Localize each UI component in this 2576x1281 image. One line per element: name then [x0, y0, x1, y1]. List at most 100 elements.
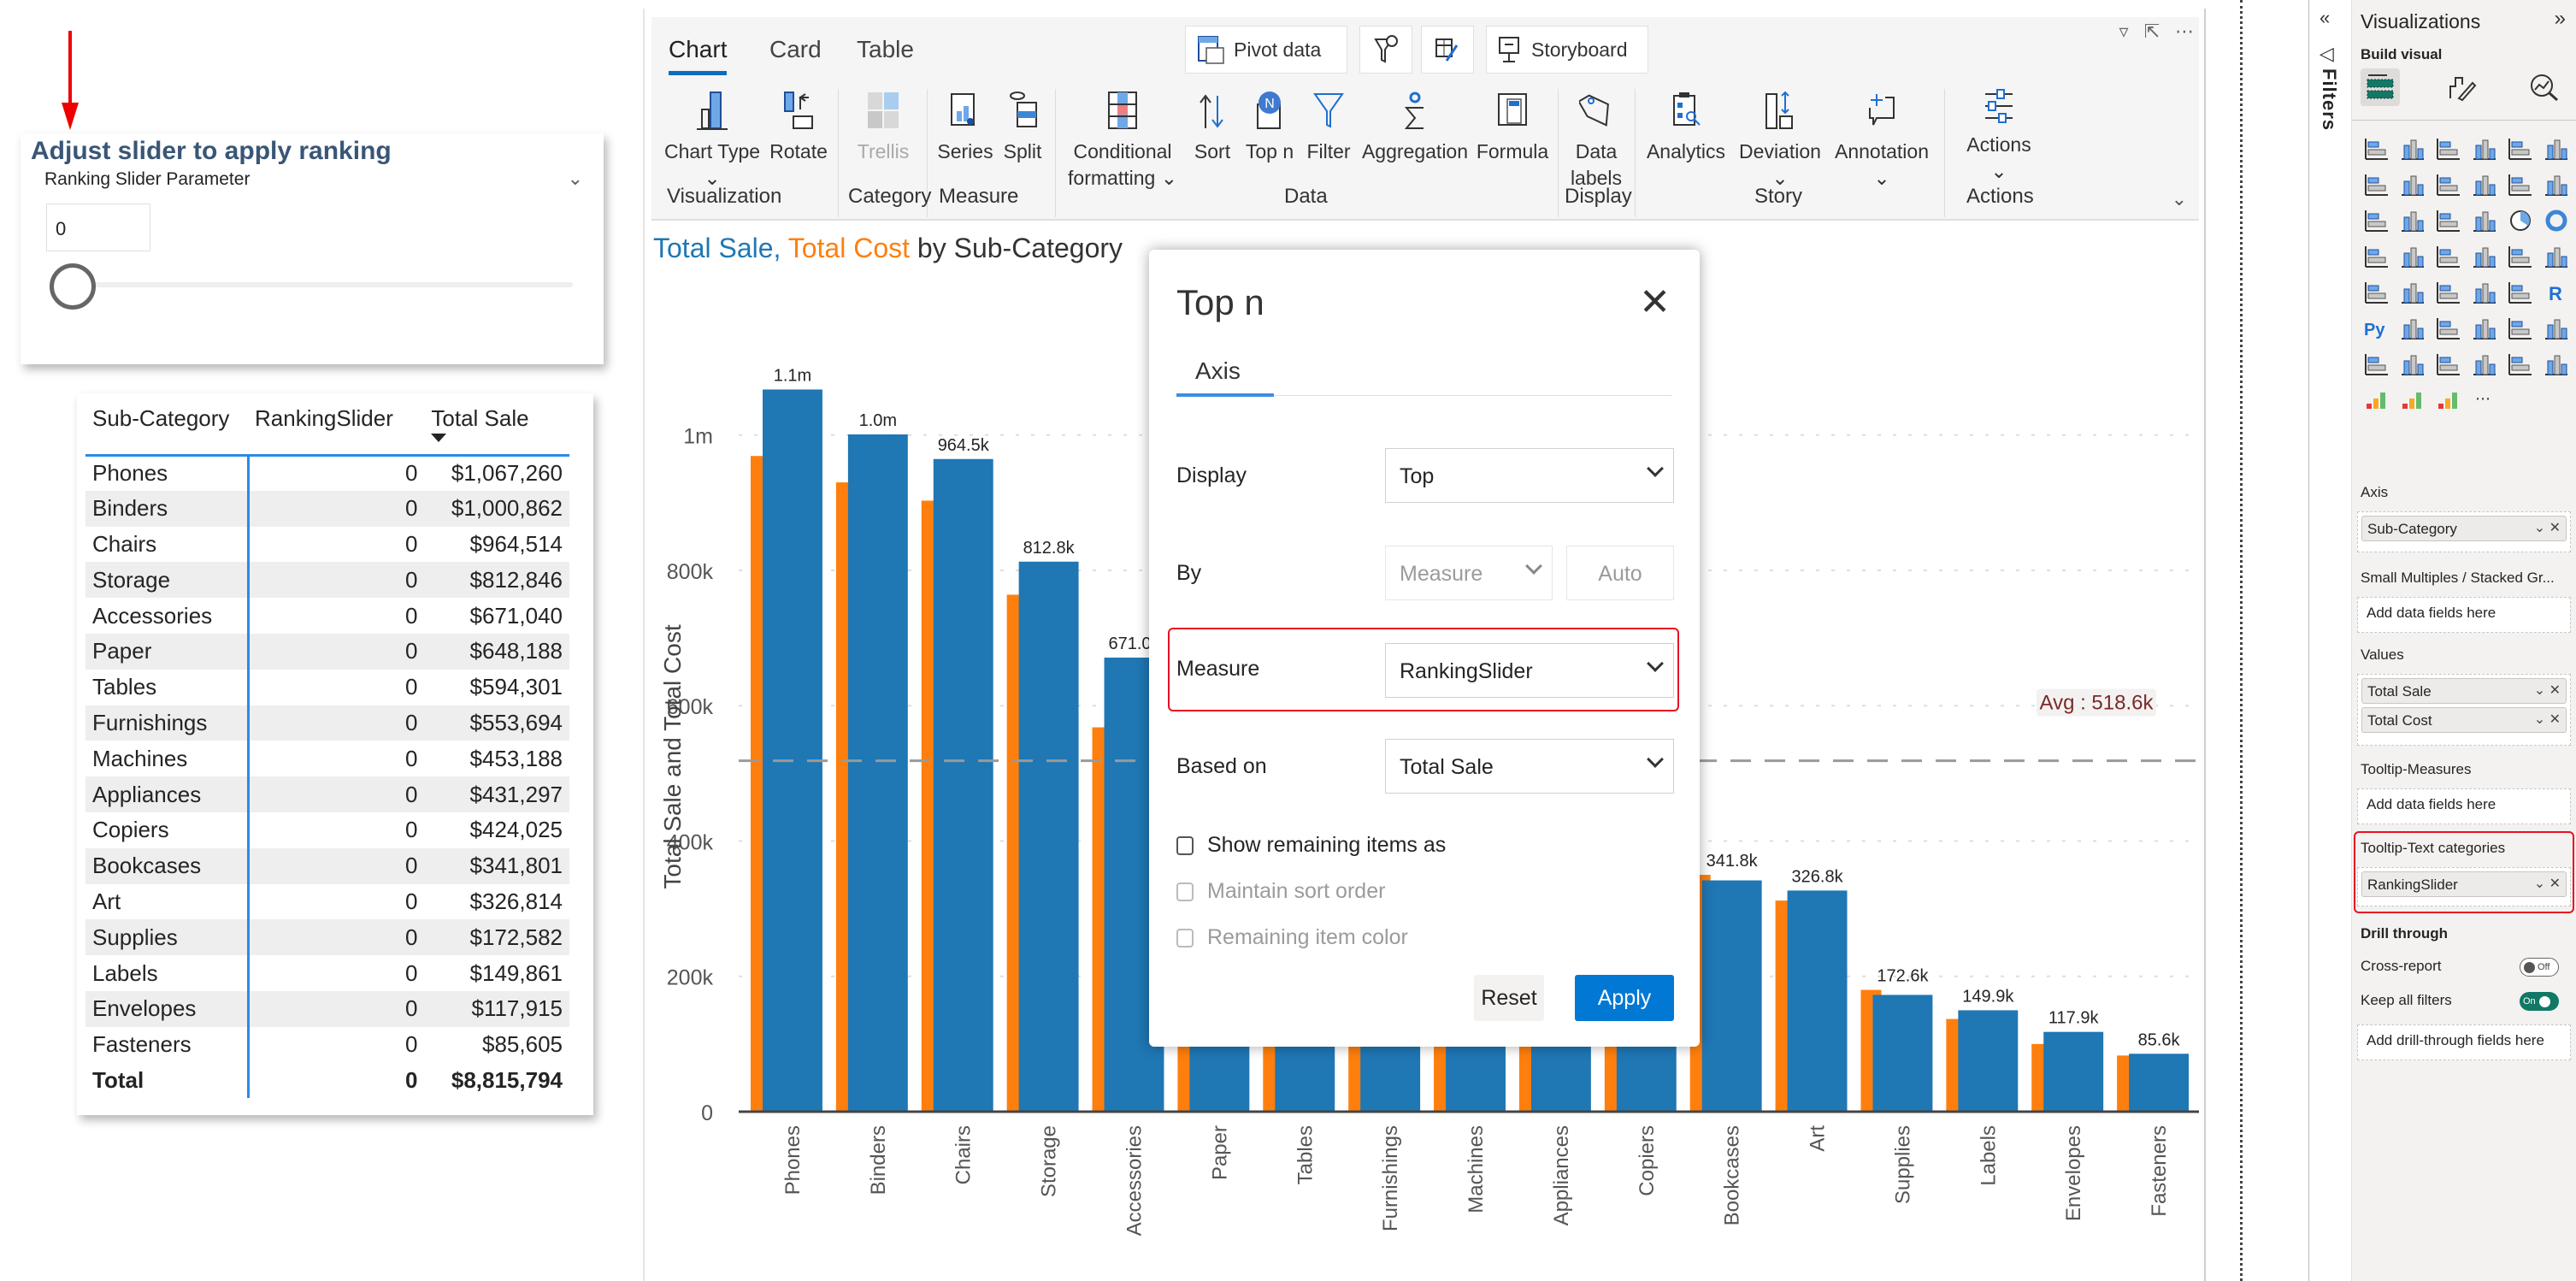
filter-icon[interactable]: ▿ — [2119, 21, 2129, 43]
funnel-icon[interactable] — [2436, 209, 2461, 233]
sort-button[interactable]: Sort — [1185, 84, 1240, 165]
ribbon-area-icon[interactable] — [2472, 173, 2497, 197]
close-icon[interactable]: ✕ — [1639, 280, 1671, 324]
paginated-icon[interactable] — [2364, 352, 2390, 376]
table-row[interactable]: Tables 0 $594,301 — [85, 669, 569, 705]
azure-map-icon[interactable] — [2472, 245, 2497, 269]
custom-visual-2-icon[interactable] — [2400, 388, 2426, 412]
100-bar-icon[interactable] — [2508, 137, 2533, 161]
table-row[interactable]: Furnishings 0 $553,694 — [85, 705, 569, 741]
trellis-button[interactable]: Trellis — [846, 84, 920, 165]
collapse-pane-icon[interactable]: » — [2555, 7, 2566, 31]
column-header-rankingslider[interactable]: RankingSlider — [248, 402, 425, 457]
table-row[interactable]: Phones 0 $1,067,260 — [85, 455, 569, 491]
table-icon[interactable] — [2472, 280, 2497, 304]
chart-type-button[interactable]: Chart Type ⌄ — [662, 84, 763, 192]
scatter-icon[interactable] — [2472, 209, 2497, 233]
cross-report-toggle[interactable]: Off — [2520, 958, 2559, 977]
metric-slicer-icon[interactable] — [2436, 352, 2461, 376]
custom-visual-1-icon[interactable] — [2364, 388, 2390, 412]
power-apps-icon[interactable] — [2508, 352, 2533, 376]
format-mode-button[interactable] — [2443, 68, 2482, 106]
line-icon[interactable] — [2364, 173, 2390, 197]
filter-data-button[interactable] — [1359, 26, 1412, 74]
fields-mode-button[interactable] — [2361, 68, 2400, 106]
multi-row-card-icon[interactable] — [2364, 280, 2390, 304]
filter-button[interactable]: Filter — [1300, 84, 1358, 165]
expand-filters-icon[interactable]: « — [2320, 7, 2330, 29]
slicer-icon[interactable] — [2436, 280, 2461, 304]
pie-icon[interactable] — [2508, 209, 2533, 233]
table-row[interactable]: Chairs 0 $964,514 — [85, 526, 569, 563]
annotation-button[interactable]: Annotation ⌄ — [1828, 84, 1936, 192]
conditional-formatting-button[interactable]: Conditional formatting ⌄ — [1062, 84, 1183, 192]
remaining-color-checkbox[interactable]: Remaining item color — [1176, 925, 1408, 950]
area-icon[interactable] — [2400, 173, 2426, 197]
key-influencers-icon[interactable] — [2400, 316, 2426, 340]
chevron-down-icon[interactable]: ⌄ — [2534, 877, 2545, 891]
axis-well[interactable]: Sub-Category ⌄ ✕ — [2357, 511, 2571, 552]
r-visual-icon[interactable]: R — [2544, 280, 2569, 304]
clustered-bar-icon[interactable] — [2436, 137, 2461, 161]
table-row[interactable]: Copiers 0 $424,025 — [85, 812, 569, 848]
more-visuals-icon[interactable]: ⋯ — [2472, 388, 2497, 412]
tooltip-text-well[interactable]: RankingSlider ⌄ ✕ — [2357, 867, 2571, 906]
arcgis-icon[interactable] — [2472, 352, 2497, 376]
donut-icon[interactable] — [2544, 209, 2569, 233]
analytics-mode-button[interactable] — [2525, 68, 2564, 106]
keep-filters-toggle[interactable]: On — [2520, 992, 2559, 1011]
values-well[interactable]: Total Sale ⌄ ✕ Total Cost ⌄ ✕ — [2357, 674, 2571, 746]
remove-field-icon[interactable]: ✕ — [2549, 683, 2561, 698]
filters-pane-collapsed[interactable]: « ◁ Filters — [2308, 0, 2351, 1281]
stacked-area-icon[interactable] — [2436, 173, 2461, 197]
stacked-bar-icon[interactable] — [2364, 137, 2390, 161]
checkbox[interactable] — [1176, 835, 1194, 855]
table-row[interactable]: Labels 0 $149,861 — [85, 955, 569, 991]
count-input[interactable]: Auto — [1566, 546, 1674, 600]
checkbox[interactable] — [1176, 928, 1194, 947]
small-multiples-well[interactable]: Add data fields here — [2357, 597, 2571, 633]
focus-mode-icon[interactable]: ⇱ — [2144, 21, 2160, 43]
by-select[interactable]: Measure — [1385, 546, 1553, 600]
tab-chart[interactable]: Chart — [669, 36, 728, 75]
line-column-icon[interactable] — [2508, 173, 2533, 197]
display-select[interactable]: Top — [1385, 448, 1674, 503]
apply-button[interactable]: Apply — [1575, 975, 1674, 1021]
formula-button[interactable]: Formula — [1472, 84, 1553, 165]
tab-table[interactable]: Table — [857, 36, 914, 63]
slicer-value-input[interactable]: 0 — [46, 204, 150, 251]
remove-field-icon[interactable]: ✕ — [2549, 521, 2561, 535]
slider-track[interactable] — [92, 282, 573, 287]
custom-visual-3-icon[interactable] — [2436, 388, 2461, 412]
tooltip-measures-well[interactable]: Add data fields here — [2357, 788, 2571, 824]
checkbox[interactable] — [1176, 882, 1194, 901]
power-automate-icon[interactable] — [2544, 352, 2569, 376]
chevron-down-icon[interactable]: ⌄ — [568, 168, 583, 190]
rotate-button[interactable]: Rotate — [764, 84, 833, 165]
chevron-down-icon[interactable]: ⌄ — [2534, 683, 2545, 698]
matrix-icon[interactable] — [2508, 280, 2533, 304]
decomposition-tree-icon[interactable] — [2436, 316, 2461, 340]
column-header-total-sale[interactable]: Total Sale — [424, 402, 569, 457]
kpi-icon[interactable] — [2400, 280, 2426, 304]
column-header-sub-category[interactable]: Sub-Category — [85, 402, 248, 457]
python-visual-icon[interactable]: Py — [2364, 316, 2390, 340]
storyboard-button[interactable]: Storyboard — [1486, 26, 1648, 74]
qa-icon[interactable] — [2472, 316, 2497, 340]
pivot-data-button[interactable]: Pivot data — [1185, 26, 1347, 74]
table-row[interactable]: Appliances 0 $431,297 — [85, 776, 569, 812]
maintain-sort-checkbox[interactable]: Maintain sort order — [1176, 879, 1385, 904]
table-row[interactable]: Bookcases 0 $341,801 — [85, 847, 569, 884]
analytics-button[interactable]: Analytics — [1640, 84, 1732, 165]
table-row[interactable]: Machines 0 $453,188 — [85, 741, 569, 777]
slider-handle[interactable] — [50, 263, 96, 310]
table-row[interactable]: Binders 0 $1,000,862 — [85, 490, 569, 527]
actions-button[interactable]: Actions ⌄ — [1949, 84, 2048, 185]
chevron-down-icon[interactable]: ⌄ — [2534, 521, 2545, 535]
100-column-icon[interactable] — [2544, 137, 2569, 161]
show-remaining-checkbox[interactable]: Show remaining items as — [1176, 833, 1446, 858]
metric-card-icon[interactable] — [2400, 352, 2426, 376]
table-row[interactable]: Storage 0 $812,846 — [85, 562, 569, 599]
treemap-icon[interactable] — [2364, 245, 2390, 269]
line-clustered-icon[interactable] — [2544, 173, 2569, 197]
